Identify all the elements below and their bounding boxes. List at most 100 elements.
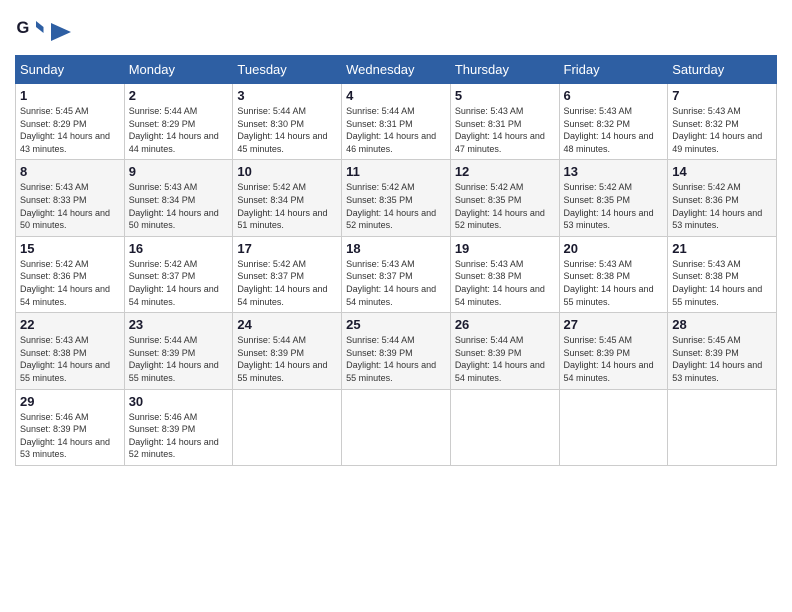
day-number: 2 xyxy=(129,88,229,103)
weekday-header-tuesday: Tuesday xyxy=(233,56,342,84)
calendar-cell: 8 Sunrise: 5:43 AM Sunset: 8:33 PM Dayli… xyxy=(16,160,125,236)
calendar-cell xyxy=(559,389,668,465)
day-info: Sunrise: 5:46 AM Sunset: 8:39 PM Dayligh… xyxy=(129,411,229,461)
calendar-week-row: 15 Sunrise: 5:42 AM Sunset: 8:36 PM Dayl… xyxy=(16,236,777,312)
day-info: Sunrise: 5:44 AM Sunset: 8:39 PM Dayligh… xyxy=(129,334,229,384)
calendar-cell: 14 Sunrise: 5:42 AM Sunset: 8:36 PM Dayl… xyxy=(668,160,777,236)
day-number: 16 xyxy=(129,241,229,256)
day-info: Sunrise: 5:43 AM Sunset: 8:38 PM Dayligh… xyxy=(672,258,772,308)
day-number: 26 xyxy=(455,317,555,332)
calendar-cell: 3 Sunrise: 5:44 AM Sunset: 8:30 PM Dayli… xyxy=(233,84,342,160)
calendar-week-row: 29 Sunrise: 5:46 AM Sunset: 8:39 PM Dayl… xyxy=(16,389,777,465)
day-info: Sunrise: 5:43 AM Sunset: 8:31 PM Dayligh… xyxy=(455,105,555,155)
day-number: 10 xyxy=(237,164,337,179)
calendar-cell: 21 Sunrise: 5:43 AM Sunset: 8:38 PM Dayl… xyxy=(668,236,777,312)
day-number: 15 xyxy=(20,241,120,256)
day-info: Sunrise: 5:42 AM Sunset: 8:34 PM Dayligh… xyxy=(237,181,337,231)
day-info: Sunrise: 5:43 AM Sunset: 8:32 PM Dayligh… xyxy=(564,105,664,155)
calendar-cell: 28 Sunrise: 5:45 AM Sunset: 8:39 PM Dayl… xyxy=(668,313,777,389)
calendar-cell: 25 Sunrise: 5:44 AM Sunset: 8:39 PM Dayl… xyxy=(342,313,451,389)
day-info: Sunrise: 5:43 AM Sunset: 8:37 PM Dayligh… xyxy=(346,258,446,308)
day-info: Sunrise: 5:43 AM Sunset: 8:34 PM Dayligh… xyxy=(129,181,229,231)
calendar-cell: 19 Sunrise: 5:43 AM Sunset: 8:38 PM Dayl… xyxy=(450,236,559,312)
calendar-cell: 13 Sunrise: 5:42 AM Sunset: 8:35 PM Dayl… xyxy=(559,160,668,236)
day-info: Sunrise: 5:43 AM Sunset: 8:38 PM Dayligh… xyxy=(455,258,555,308)
day-number: 13 xyxy=(564,164,664,179)
day-number: 7 xyxy=(672,88,772,103)
calendar-cell: 30 Sunrise: 5:46 AM Sunset: 8:39 PM Dayl… xyxy=(124,389,233,465)
calendar-cell: 9 Sunrise: 5:43 AM Sunset: 8:34 PM Dayli… xyxy=(124,160,233,236)
weekday-header-friday: Friday xyxy=(559,56,668,84)
calendar-cell: 20 Sunrise: 5:43 AM Sunset: 8:38 PM Dayl… xyxy=(559,236,668,312)
page-header: G xyxy=(15,15,777,45)
calendar-cell xyxy=(342,389,451,465)
calendar-cell: 16 Sunrise: 5:42 AM Sunset: 8:37 PM Dayl… xyxy=(124,236,233,312)
calendar-cell xyxy=(668,389,777,465)
day-number: 8 xyxy=(20,164,120,179)
logo-icon: G xyxy=(15,15,45,45)
day-number: 24 xyxy=(237,317,337,332)
day-number: 29 xyxy=(20,394,120,409)
calendar-cell: 7 Sunrise: 5:43 AM Sunset: 8:32 PM Dayli… xyxy=(668,84,777,160)
day-number: 22 xyxy=(20,317,120,332)
day-info: Sunrise: 5:43 AM Sunset: 8:38 PM Dayligh… xyxy=(20,334,120,384)
day-info: Sunrise: 5:45 AM Sunset: 8:39 PM Dayligh… xyxy=(672,334,772,384)
weekday-header-monday: Monday xyxy=(124,56,233,84)
day-info: Sunrise: 5:42 AM Sunset: 8:36 PM Dayligh… xyxy=(20,258,120,308)
day-info: Sunrise: 5:42 AM Sunset: 8:36 PM Dayligh… xyxy=(672,181,772,231)
day-info: Sunrise: 5:42 AM Sunset: 8:35 PM Dayligh… xyxy=(346,181,446,231)
weekday-header-wednesday: Wednesday xyxy=(342,56,451,84)
day-number: 23 xyxy=(129,317,229,332)
day-number: 21 xyxy=(672,241,772,256)
calendar-week-row: 8 Sunrise: 5:43 AM Sunset: 8:33 PM Dayli… xyxy=(16,160,777,236)
calendar-cell: 4 Sunrise: 5:44 AM Sunset: 8:31 PM Dayli… xyxy=(342,84,451,160)
day-info: Sunrise: 5:43 AM Sunset: 8:32 PM Dayligh… xyxy=(672,105,772,155)
day-info: Sunrise: 5:44 AM Sunset: 8:39 PM Dayligh… xyxy=(237,334,337,384)
svg-text:G: G xyxy=(17,19,30,37)
calendar-body: 1 Sunrise: 5:45 AM Sunset: 8:29 PM Dayli… xyxy=(16,84,777,466)
day-number: 6 xyxy=(564,88,664,103)
calendar-cell: 27 Sunrise: 5:45 AM Sunset: 8:39 PM Dayl… xyxy=(559,313,668,389)
calendar-cell: 23 Sunrise: 5:44 AM Sunset: 8:39 PM Dayl… xyxy=(124,313,233,389)
day-number: 9 xyxy=(129,164,229,179)
calendar-cell: 2 Sunrise: 5:44 AM Sunset: 8:29 PM Dayli… xyxy=(124,84,233,160)
day-number: 3 xyxy=(237,88,337,103)
day-number: 11 xyxy=(346,164,446,179)
calendar-cell: 29 Sunrise: 5:46 AM Sunset: 8:39 PM Dayl… xyxy=(16,389,125,465)
day-number: 1 xyxy=(20,88,120,103)
day-number: 5 xyxy=(455,88,555,103)
calendar-cell: 17 Sunrise: 5:42 AM Sunset: 8:37 PM Dayl… xyxy=(233,236,342,312)
day-info: Sunrise: 5:43 AM Sunset: 8:33 PM Dayligh… xyxy=(20,181,120,231)
calendar-cell: 5 Sunrise: 5:43 AM Sunset: 8:31 PM Dayli… xyxy=(450,84,559,160)
day-number: 14 xyxy=(672,164,772,179)
weekday-header-saturday: Saturday xyxy=(668,56,777,84)
calendar-cell: 22 Sunrise: 5:43 AM Sunset: 8:38 PM Dayl… xyxy=(16,313,125,389)
calendar-cell: 15 Sunrise: 5:42 AM Sunset: 8:36 PM Dayl… xyxy=(16,236,125,312)
calendar-cell: 18 Sunrise: 5:43 AM Sunset: 8:37 PM Dayl… xyxy=(342,236,451,312)
day-info: Sunrise: 5:43 AM Sunset: 8:38 PM Dayligh… xyxy=(564,258,664,308)
day-number: 17 xyxy=(237,241,337,256)
day-info: Sunrise: 5:45 AM Sunset: 8:39 PM Dayligh… xyxy=(564,334,664,384)
logo-arrow-icon xyxy=(51,23,71,41)
calendar-cell: 26 Sunrise: 5:44 AM Sunset: 8:39 PM Dayl… xyxy=(450,313,559,389)
day-info: Sunrise: 5:44 AM Sunset: 8:39 PM Dayligh… xyxy=(346,334,446,384)
day-number: 12 xyxy=(455,164,555,179)
calendar-cell: 12 Sunrise: 5:42 AM Sunset: 8:35 PM Dayl… xyxy=(450,160,559,236)
calendar-week-row: 1 Sunrise: 5:45 AM Sunset: 8:29 PM Dayli… xyxy=(16,84,777,160)
day-info: Sunrise: 5:42 AM Sunset: 8:37 PM Dayligh… xyxy=(237,258,337,308)
calendar-cell xyxy=(450,389,559,465)
day-number: 30 xyxy=(129,394,229,409)
day-info: Sunrise: 5:46 AM Sunset: 8:39 PM Dayligh… xyxy=(20,411,120,461)
day-info: Sunrise: 5:44 AM Sunset: 8:30 PM Dayligh… xyxy=(237,105,337,155)
calendar-cell: 6 Sunrise: 5:43 AM Sunset: 8:32 PM Dayli… xyxy=(559,84,668,160)
calendar-cell: 24 Sunrise: 5:44 AM Sunset: 8:39 PM Dayl… xyxy=(233,313,342,389)
day-info: Sunrise: 5:44 AM Sunset: 8:29 PM Dayligh… xyxy=(129,105,229,155)
day-info: Sunrise: 5:42 AM Sunset: 8:37 PM Dayligh… xyxy=(129,258,229,308)
calendar-cell: 10 Sunrise: 5:42 AM Sunset: 8:34 PM Dayl… xyxy=(233,160,342,236)
calendar-cell xyxy=(233,389,342,465)
logo: G xyxy=(15,15,71,45)
day-number: 20 xyxy=(564,241,664,256)
day-info: Sunrise: 5:42 AM Sunset: 8:35 PM Dayligh… xyxy=(455,181,555,231)
weekday-header-row: SundayMondayTuesdayWednesdayThursdayFrid… xyxy=(16,56,777,84)
weekday-header-thursday: Thursday xyxy=(450,56,559,84)
